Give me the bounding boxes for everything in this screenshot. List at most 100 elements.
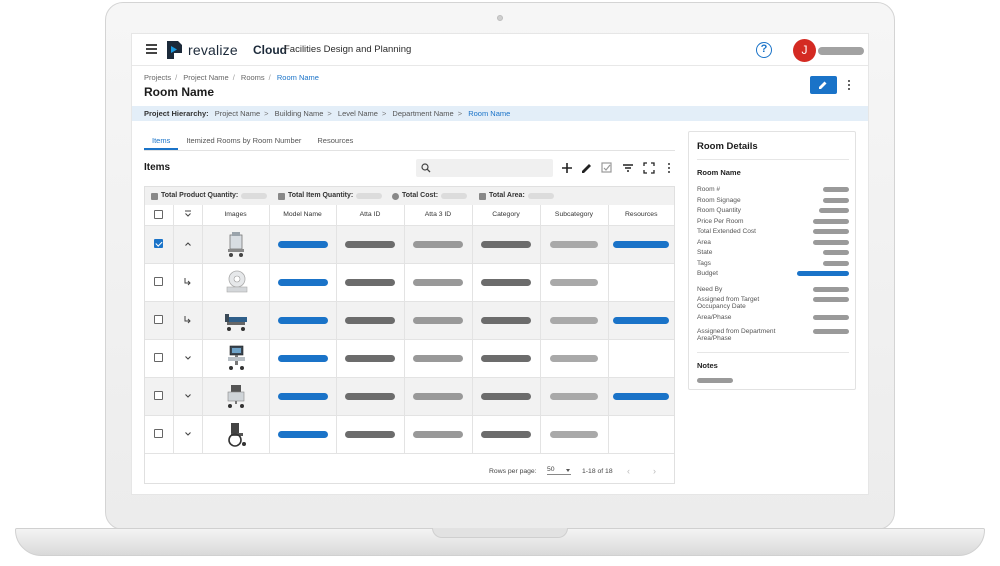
select-all-checkbox[interactable] — [154, 210, 164, 220]
prev-page-icon[interactable]: ‹ — [627, 466, 630, 476]
breadcrumb-projects[interactable]: Projects — [144, 73, 171, 82]
edit-button[interactable] — [810, 76, 837, 94]
chevron-down-icon[interactable] — [184, 430, 192, 438]
items-table: Total Product Quantity: Total Item Quant… — [144, 186, 675, 484]
next-page-icon[interactable]: › — [653, 466, 656, 476]
total-product-quantity-label: Total Product Quantity: — [161, 192, 239, 199]
row-image-cell — [202, 377, 270, 416]
chevron-down-icon[interactable] — [184, 354, 192, 362]
model-name-cell — [269, 301, 337, 340]
breadcrumb-current: Room Name — [276, 73, 319, 82]
resources-cell — [608, 225, 674, 264]
page-more-icon[interactable] — [848, 80, 851, 92]
atta-id-placeholder — [345, 279, 395, 286]
monitor-cart-icon[interactable] — [222, 343, 250, 373]
resources-link-placeholder[interactable] — [613, 241, 670, 248]
model-name-placeholder[interactable] — [277, 241, 328, 248]
tag-icon — [151, 192, 158, 200]
wheelchair-icon[interactable] — [222, 419, 250, 449]
user-name-placeholder[interactable] — [818, 47, 864, 55]
tab-resources[interactable]: Resources — [309, 134, 361, 150]
divider — [697, 352, 849, 353]
child-arrow-icon — [184, 278, 191, 286]
area-icon — [479, 192, 486, 200]
atta3-id-placeholder — [413, 317, 463, 324]
add-icon[interactable] — [560, 161, 574, 175]
col-category[interactable]: Category — [472, 205, 541, 226]
tab-items[interactable]: Items — [144, 134, 179, 150]
breadcrumb-project[interactable]: Project Name — [183, 73, 228, 82]
model-name-placeholder[interactable] — [277, 393, 328, 400]
row-select-cell — [145, 339, 174, 378]
table-row[interactable] — [145, 225, 674, 264]
tab-itemized-rooms[interactable]: Itemized Rooms by Room Number — [178, 134, 309, 150]
table-row[interactable] — [145, 339, 674, 378]
hierarchy-level[interactable]: Level Name — [338, 109, 378, 118]
row-checkbox[interactable] — [154, 277, 164, 287]
filter-icon[interactable] — [621, 161, 635, 175]
model-name-cell — [269, 339, 337, 378]
resources-link-placeholder[interactable] — [613, 317, 670, 324]
field-label: Room # — [697, 186, 721, 193]
hospital-bed-icon[interactable] — [222, 305, 250, 335]
table-row[interactable] — [145, 415, 674, 454]
project-hierarchy: Project Hierarchy: Project Name > Buildin… — [132, 106, 868, 121]
subcategory-placeholder — [550, 241, 598, 248]
field-room-number: Room # — [697, 186, 849, 193]
chevron-down-icon[interactable] — [184, 392, 192, 400]
avatar[interactable]: J — [793, 39, 816, 62]
fullscreen-icon[interactable] — [642, 161, 656, 175]
hierarchy-room: Room Name — [468, 109, 511, 118]
subcategory-placeholder — [550, 317, 598, 324]
rows-per-page-select[interactable]: 50 — [547, 466, 571, 475]
search-input[interactable] — [434, 161, 549, 175]
row-checkbox[interactable] — [154, 353, 164, 363]
imaging-device-icon[interactable] — [222, 267, 250, 297]
menu-icon[interactable] — [146, 44, 157, 54]
row-checkbox[interactable] — [154, 239, 164, 249]
hierarchy-project[interactable]: Project Name — [215, 109, 260, 118]
equipment-cart-icon[interactable] — [222, 381, 250, 411]
model-name-cell — [269, 415, 337, 454]
edit-icon[interactable] — [580, 161, 594, 175]
col-subcategory[interactable]: Subcategory — [540, 205, 609, 226]
breadcrumb-rooms[interactable]: Rooms — [241, 73, 265, 82]
bulk-edit-icon[interactable] — [600, 161, 614, 175]
row-select-cell — [145, 263, 174, 302]
medical-cart-icon[interactable] — [222, 229, 250, 259]
col-atta-id[interactable]: Atta ID — [336, 205, 405, 226]
table-row[interactable] — [145, 377, 674, 416]
expand-all-icon[interactable] — [184, 210, 192, 218]
atta3-id-cell — [404, 415, 473, 454]
category-placeholder — [481, 355, 531, 362]
chevron-up-icon[interactable] — [184, 240, 192, 248]
model-name-placeholder[interactable] — [277, 317, 328, 324]
col-resources[interactable]: Resources — [608, 205, 674, 226]
search-box — [416, 159, 553, 177]
model-name-placeholder[interactable] — [277, 355, 328, 362]
model-name-placeholder[interactable] — [277, 431, 328, 438]
col-atta3-id[interactable]: Atta 3 ID — [404, 205, 473, 226]
resources-link-placeholder[interactable] — [613, 393, 670, 400]
row-checkbox[interactable] — [154, 429, 164, 439]
page-range: 1-18 of 18 — [582, 468, 613, 475]
hierarchy-department[interactable]: Department Name — [392, 109, 453, 118]
row-checkbox[interactable] — [154, 315, 164, 325]
row-select-cell — [145, 301, 174, 340]
camera-icon — [497, 15, 503, 21]
table-row[interactable] — [145, 301, 674, 340]
app-screen: revalize Cloud Facilities Design and Pla… — [131, 33, 869, 495]
field-value — [813, 229, 849, 234]
col-images[interactable]: Images — [202, 205, 270, 226]
model-name-placeholder[interactable] — [277, 279, 328, 286]
total-product-quantity: Total Product Quantity: — [151, 187, 268, 205]
category-placeholder — [481, 241, 531, 248]
col-model-name[interactable]: Model Name — [269, 205, 337, 226]
help-icon[interactable]: ? — [756, 42, 772, 58]
table-row[interactable] — [145, 263, 674, 302]
table-more-icon[interactable] — [668, 163, 671, 175]
row-checkbox[interactable] — [154, 391, 164, 401]
hierarchy-building[interactable]: Building Name — [275, 109, 324, 118]
search-icon — [421, 163, 431, 173]
field-area-phase: Area/Phase — [697, 314, 849, 321]
